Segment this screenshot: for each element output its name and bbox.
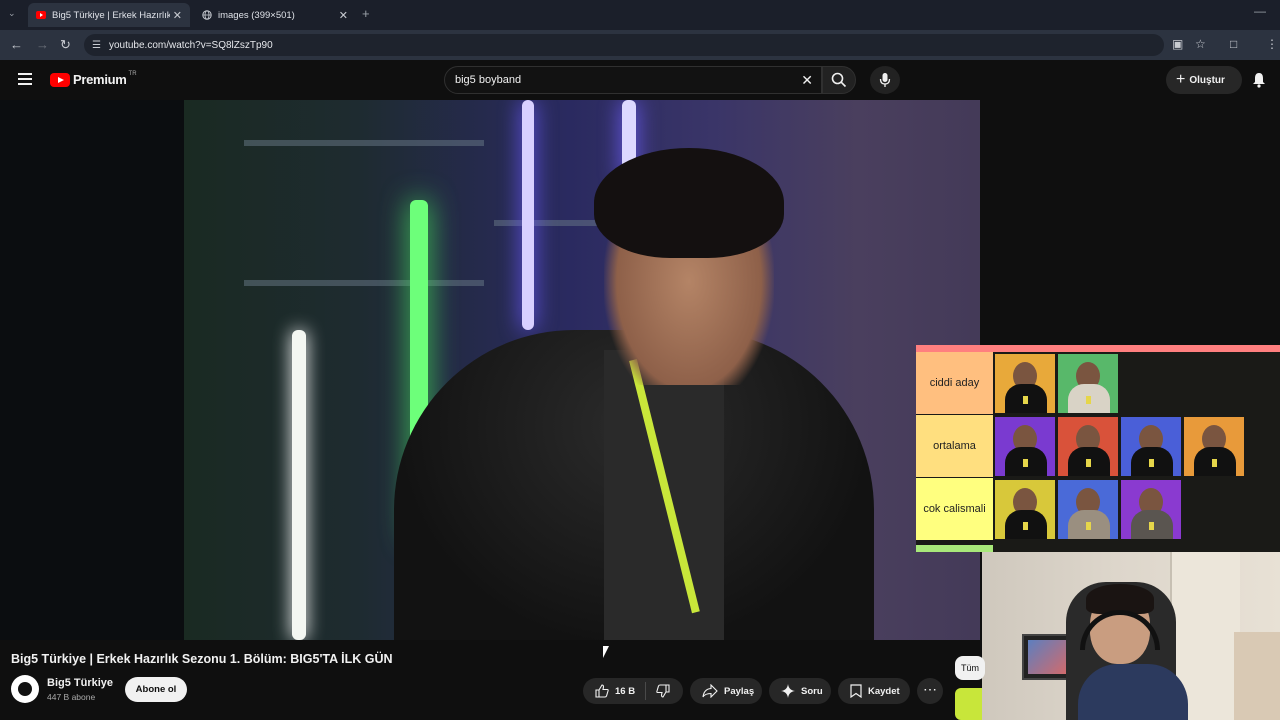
contestant-card[interactable] [1057, 416, 1119, 477]
subscribe-button[interactable]: Abone ol [125, 677, 187, 702]
tier-list-overlay: ciddi aday ortalama cok calismali [916, 345, 1280, 552]
tab-images[interactable]: images (399×501) ✕ [194, 3, 356, 27]
tab-close-icon[interactable]: ✕ [173, 9, 182, 22]
address-bar[interactable]: ☰ youtube.com/watch?v=SQ8lZszTp90 [84, 34, 1164, 56]
plus-icon: + [1176, 71, 1186, 88]
bookmark-star-icon[interactable]: ☆ [1195, 37, 1206, 51]
notifications-bell-icon[interactable] [1252, 72, 1266, 88]
youtube-logo[interactable]: Premium TR [50, 70, 137, 87]
save-label: Kaydet [868, 685, 900, 697]
tab-video[interactable]: Big5 Türkiye | Erkek Hazırlık Se ✕ [28, 3, 190, 27]
sparkle-icon [781, 684, 795, 698]
dislike-icon[interactable] [656, 684, 670, 698]
create-button[interactable]: + Oluştur [1166, 66, 1242, 94]
clear-search-icon[interactable]: ✕ [801, 72, 813, 89]
tier-row: cok calismali [916, 478, 1280, 540]
browser-tab-bar: ⌄ Big5 Türkiye | Erkek Hazırlık Se ✕ ima… [0, 0, 1280, 30]
like-icon[interactable] [595, 684, 609, 698]
more-actions-icon[interactable]: ⋯ [917, 678, 943, 704]
tier-label: cok calismali [916, 478, 993, 540]
microphone-icon [879, 73, 891, 87]
tab-title: images (399×501) [218, 9, 295, 21]
search-button[interactable] [822, 66, 856, 94]
contestant-card[interactable] [1057, 353, 1119, 414]
tier-label: ciddi aday [916, 352, 993, 414]
mouse-cursor-icon [603, 646, 609, 658]
video-title: Big5 Türkiye | Erkek Hazırlık Sezonu 1. … [11, 652, 393, 666]
contestant-card[interactable] [994, 353, 1056, 414]
contestant-card[interactable] [994, 416, 1056, 477]
forward-icon[interactable]: → [36, 37, 49, 52]
chip-thumbnail[interactable] [955, 688, 982, 720]
logo-text: Premium [73, 72, 127, 87]
tab-title: Big5 Türkiye | Erkek Hazırlık Se [52, 9, 170, 21]
bookmark-icon [850, 684, 862, 698]
globe-icon [202, 10, 212, 20]
video-player[interactable] [0, 100, 980, 640]
save-button[interactable]: Kaydet [838, 678, 910, 704]
contestant-card[interactable] [1120, 479, 1182, 540]
contestant-card[interactable] [1183, 416, 1245, 477]
streamer-webcam [982, 552, 1280, 720]
ask-label: Soru [801, 685, 823, 697]
youtube-masthead: Premium TR big5 boyband ✕ + Oluştur [0, 60, 1280, 100]
search-query: big5 boyband [455, 74, 522, 86]
country-code: TR [128, 70, 137, 77]
extensions-icon[interactable]: □ [1230, 37, 1237, 51]
browser-menu-icon[interactable]: ⋮ [1266, 37, 1278, 51]
cast-icon[interactable]: ▣ [1172, 37, 1183, 51]
share-button[interactable]: Paylaş [690, 678, 762, 704]
search-input[interactable]: big5 boyband ✕ [444, 66, 822, 94]
filter-chip[interactable]: Tüm [955, 656, 985, 680]
subscriber-count: 447 B abone [47, 692, 96, 702]
ask-button[interactable]: Soru [769, 678, 831, 704]
like-dislike-group: 16 B [583, 678, 683, 704]
voice-search-button[interactable] [870, 66, 900, 94]
create-label: Oluştur [1189, 74, 1225, 86]
tab-close-icon[interactable]: ✕ [339, 9, 348, 22]
tier-label: ortalama [916, 415, 993, 477]
url-text: youtube.com/watch?v=SQ8lZszTp90 [108, 39, 273, 51]
tier-row: ortalama [916, 415, 1280, 477]
search-icon [831, 72, 847, 88]
contestant-card[interactable] [1057, 479, 1119, 540]
tab-list-chevron-icon[interactable]: ⌄ [8, 8, 16, 19]
new-tab-icon[interactable]: + [362, 6, 370, 21]
back-icon[interactable]: ← [10, 37, 23, 52]
video-frame [184, 100, 980, 640]
site-info-icon[interactable]: ☰ [92, 40, 101, 51]
contestant-card[interactable] [994, 479, 1056, 540]
reload-icon[interactable]: ↻ [60, 37, 71, 53]
share-label: Paylaş [724, 685, 755, 697]
hamburger-menu-icon[interactable] [18, 73, 32, 85]
youtube-favicon-icon [36, 11, 46, 19]
tier-row: ciddi aday [916, 352, 1280, 414]
channel-avatar[interactable] [11, 675, 39, 703]
youtube-play-icon [50, 72, 70, 87]
minimize-icon[interactable]: — [1254, 4, 1266, 18]
channel-name[interactable]: Big5 Türkiye [47, 677, 113, 689]
contestant-card[interactable] [1120, 416, 1182, 477]
browser-toolbar: ← → ↻ ☰ youtube.com/watch?v=SQ8lZszTp90 … [0, 30, 1280, 60]
share-icon [702, 684, 718, 698]
like-count[interactable]: 16 B [615, 686, 635, 697]
